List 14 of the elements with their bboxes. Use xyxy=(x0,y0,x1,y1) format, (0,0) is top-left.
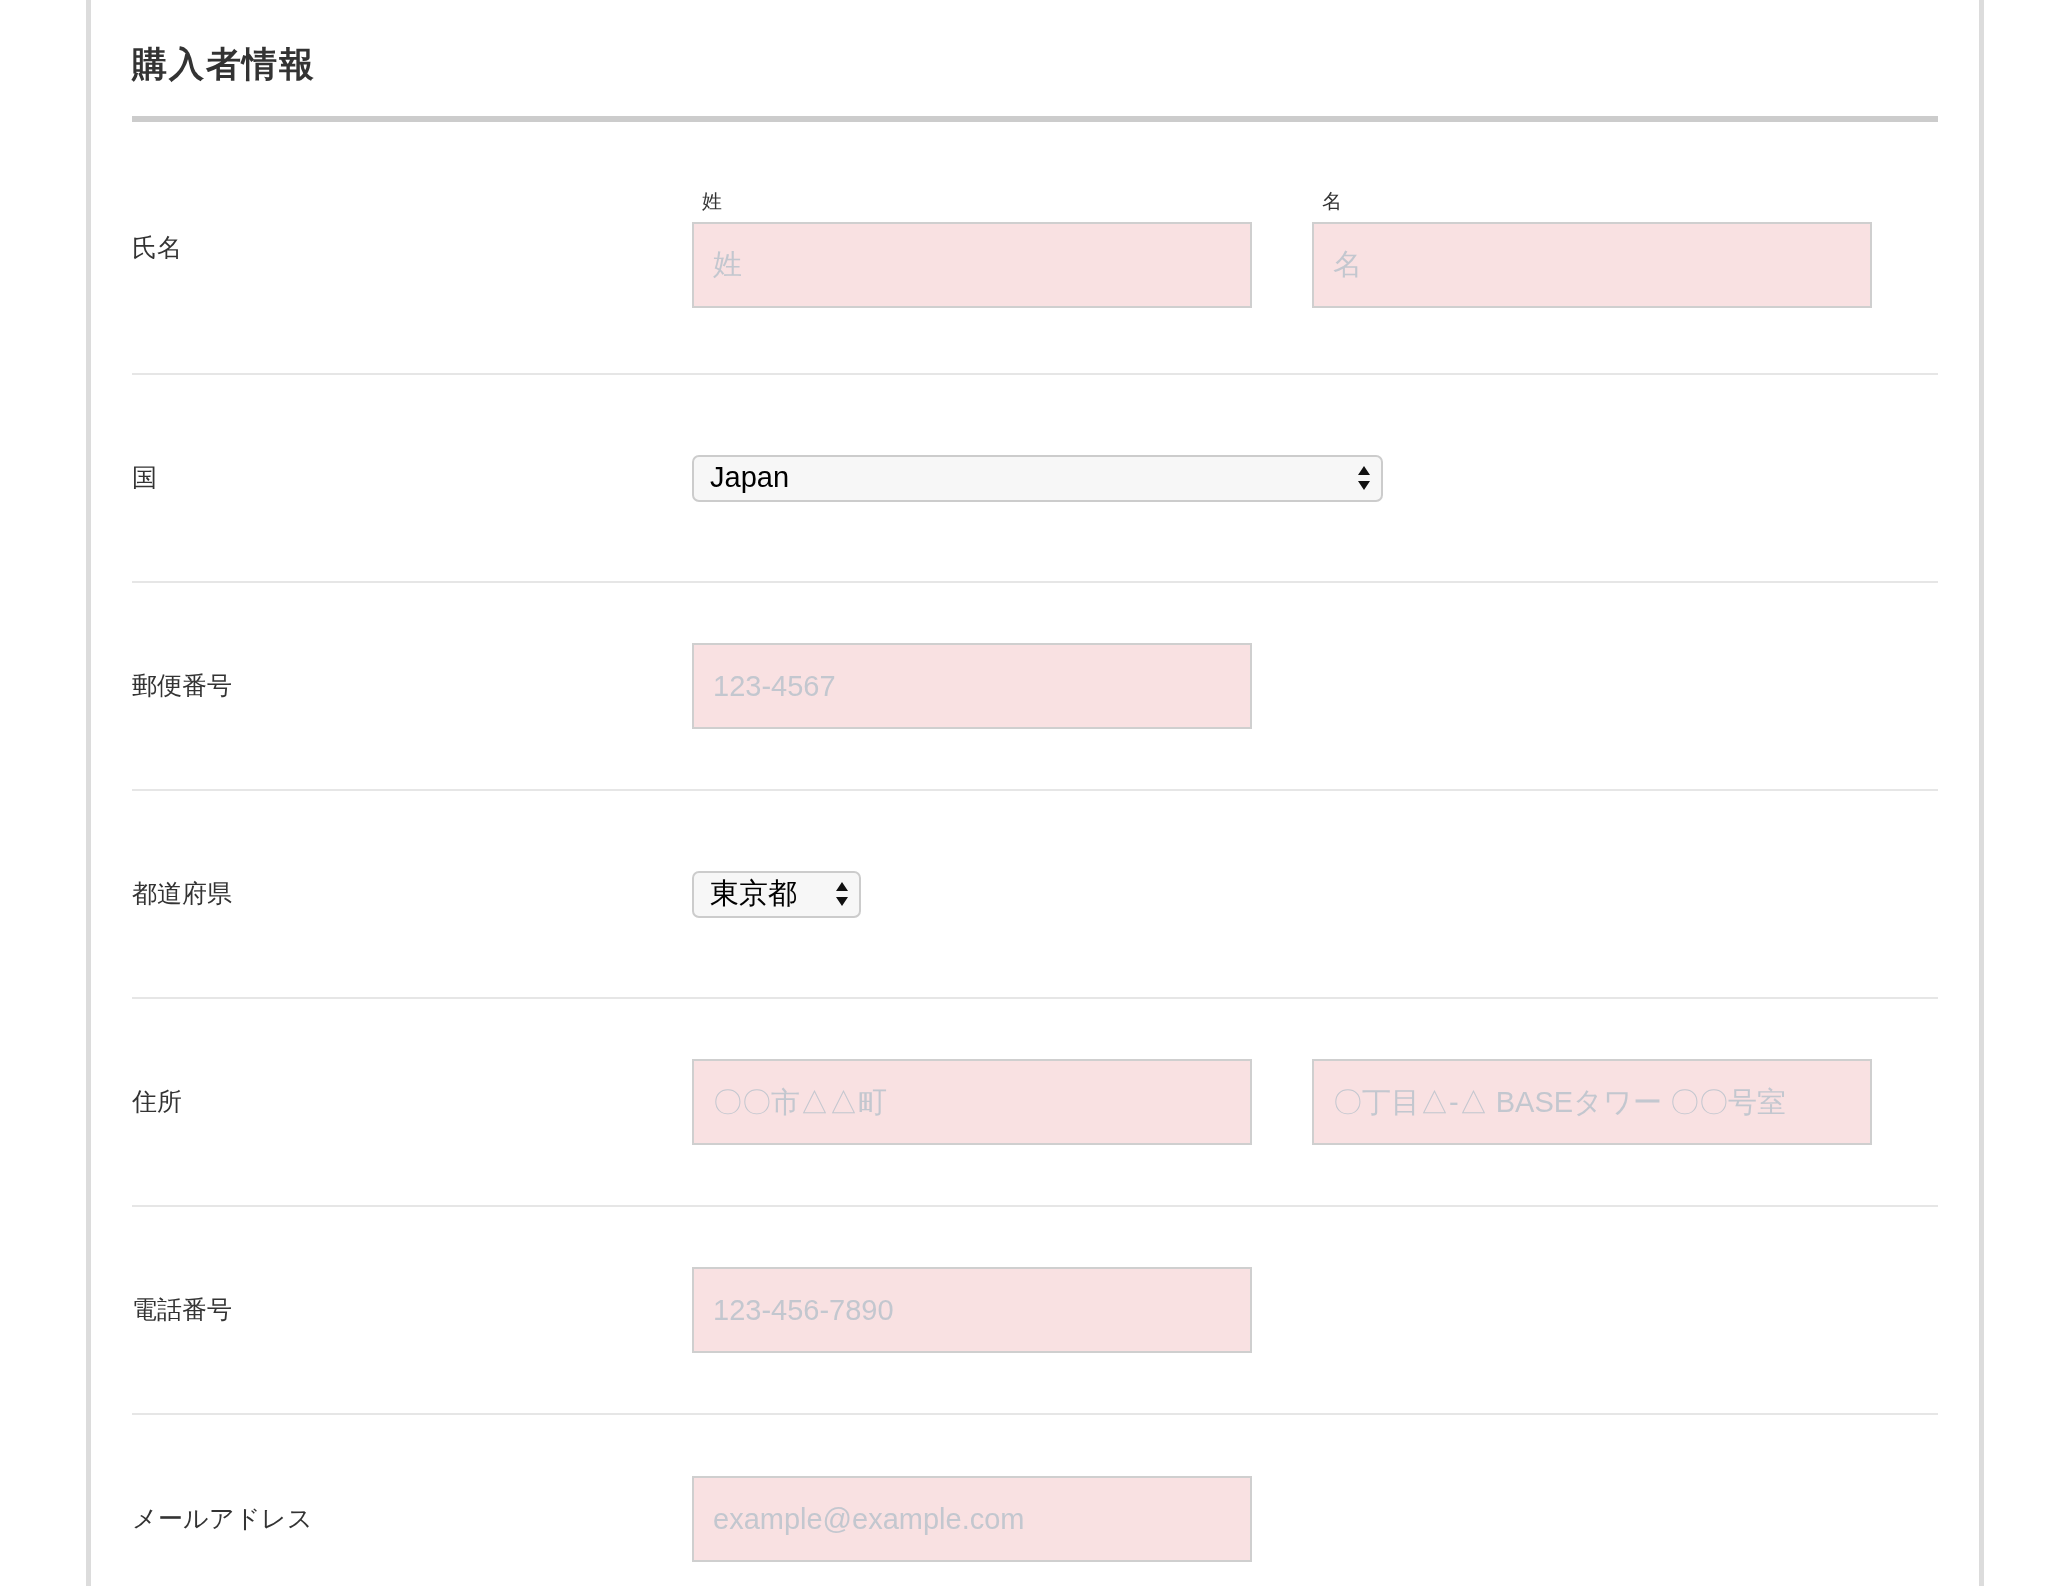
field-label: 国 xyxy=(132,462,158,494)
field-label: 住所 xyxy=(132,1086,183,1118)
field-sublabel: 名 xyxy=(1322,188,1343,214)
field-label: 電話番号 xyxy=(132,1294,233,1326)
field-sublabel: 姓 xyxy=(702,188,723,214)
section-heading: 購入者情報 xyxy=(132,43,317,85)
country-select[interactable]: Japan xyxy=(692,454,1383,502)
prefecture-select[interactable]: 東京都 xyxy=(692,870,861,918)
field-label: 郵便番号 xyxy=(132,670,233,702)
field-label: メールアドレス xyxy=(132,1503,314,1535)
up-down-arrows-icon xyxy=(1357,465,1371,491)
field-label: 都道府県 xyxy=(132,878,233,910)
up-down-arrows-icon xyxy=(835,881,849,907)
field-label: 氏名 xyxy=(132,231,183,263)
